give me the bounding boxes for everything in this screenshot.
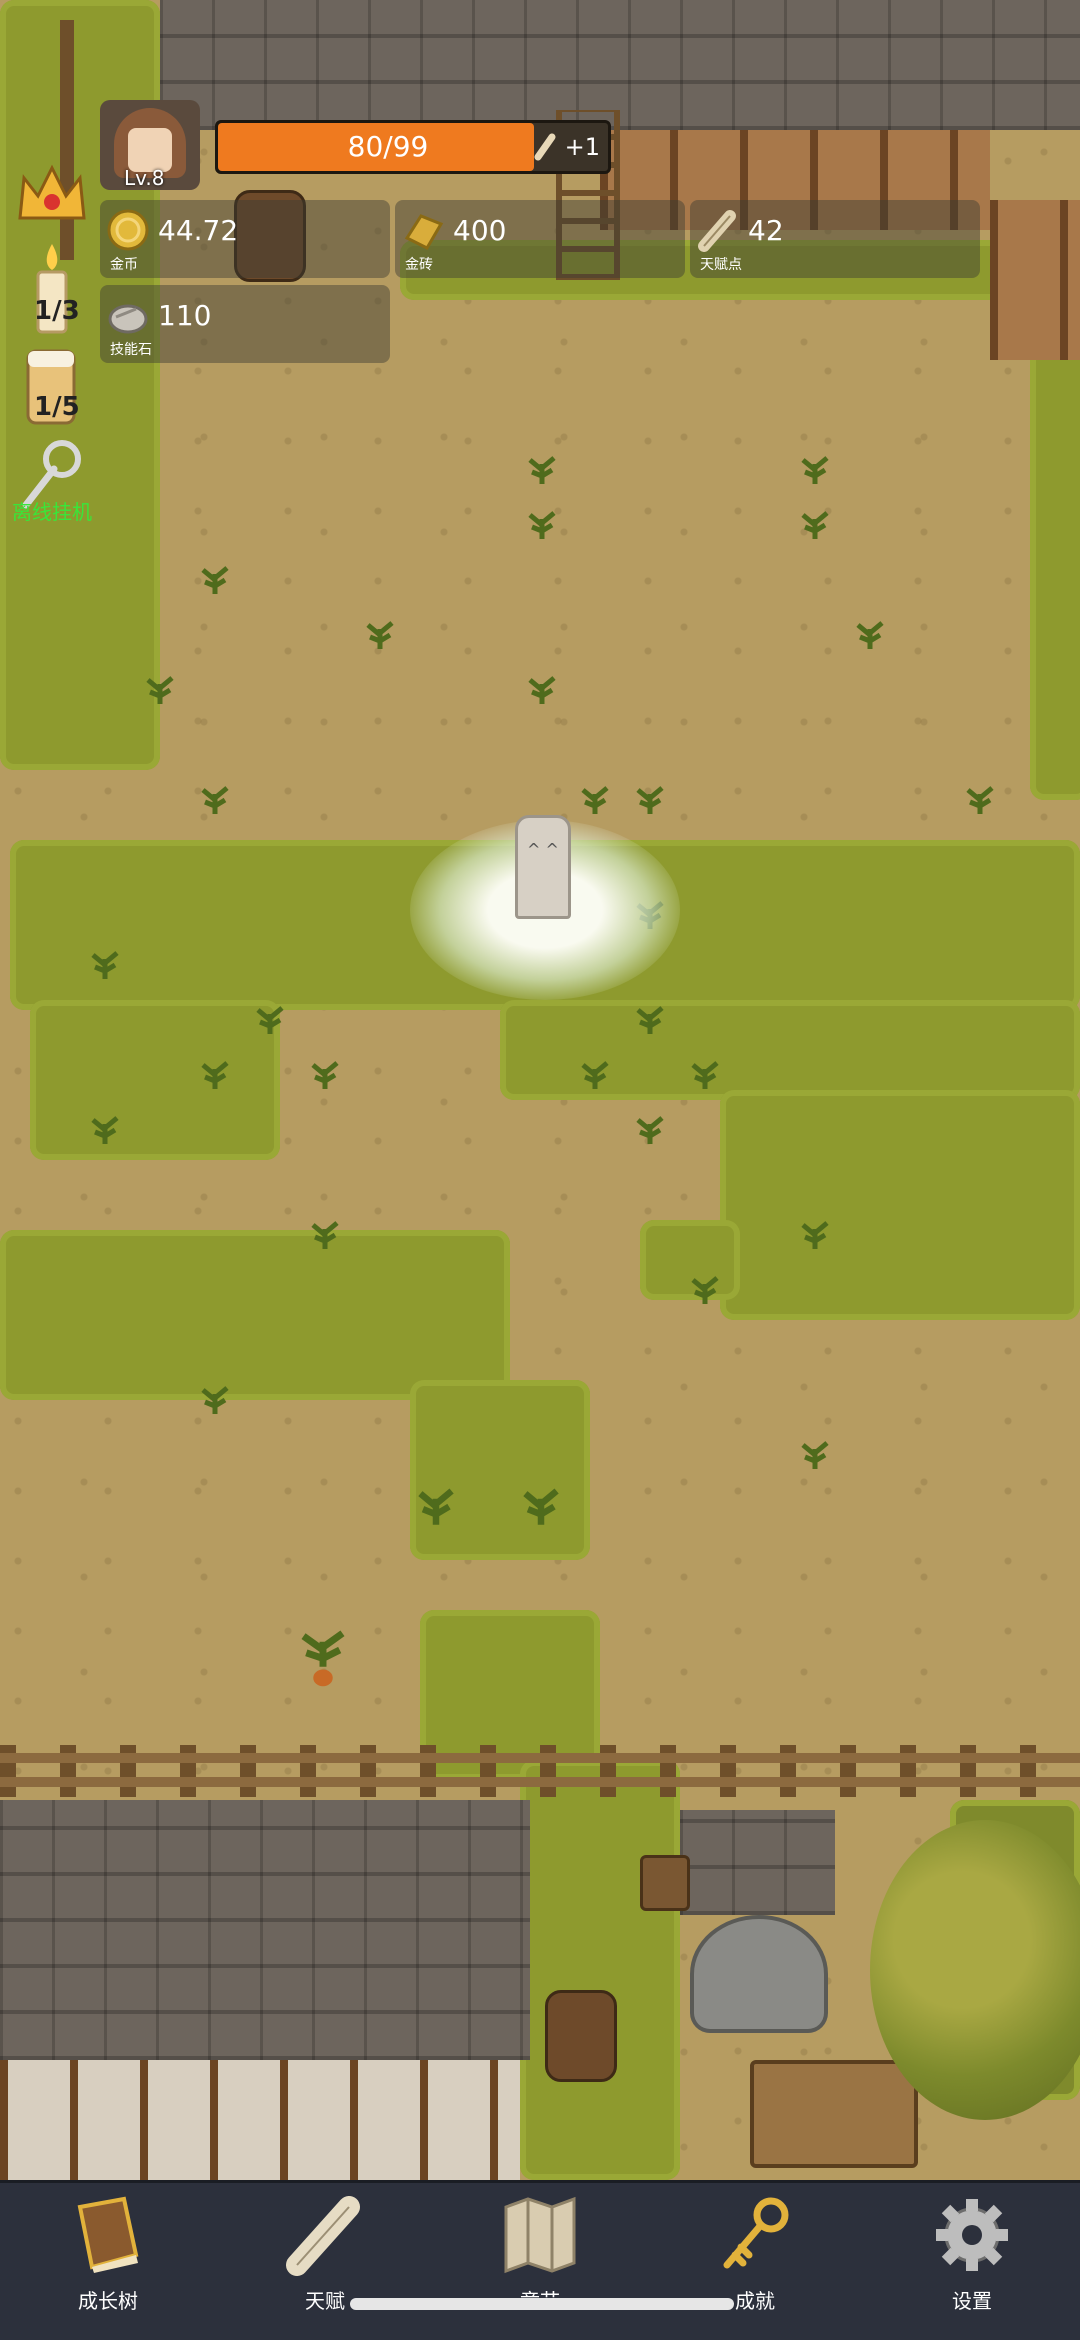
resource-gold-brick[interactable]: 400 金砖: [395, 200, 685, 278]
hp-bar: 80/99 +1: [215, 120, 611, 174]
sprout: [91, 951, 119, 979]
sprout: [636, 1006, 664, 1034]
skill-stone-icon: [108, 304, 148, 334]
sprout: [691, 1061, 719, 1089]
sprout: [146, 676, 174, 704]
house-roof: [160, 0, 1080, 130]
barrel: [545, 1990, 617, 2082]
sprout: [581, 1061, 609, 1089]
gold-brick-label: 金砖: [405, 257, 433, 273]
well-roof: [680, 1810, 835, 1915]
nav-growth-tree[interactable]: 成长树: [38, 2193, 178, 2323]
sprout: [201, 566, 229, 594]
nav-settings[interactable]: 设置: [902, 2193, 1042, 2323]
gear-icon: [936, 2199, 1008, 2271]
idle-label[interactable]: 离线挂机: [12, 496, 92, 525]
scroll-icon: [286, 2196, 360, 2276]
carrot-sprout: [301, 1630, 345, 1687]
sprout: [523, 1488, 559, 1525]
talent-scroll-icon: [698, 210, 736, 252]
crown-icon[interactable]: [14, 160, 90, 226]
sprout: [581, 786, 609, 814]
gold-brick-icon: [404, 214, 444, 250]
bucket: [640, 1855, 690, 1911]
gravestone[interactable]: ^ ^: [515, 815, 571, 919]
well: [690, 1915, 828, 2033]
nav-label: 成长树: [78, 2289, 138, 2313]
sprout: [528, 511, 556, 539]
house-wall: [0, 2060, 520, 2180]
map-icon: [504, 2196, 576, 2274]
sprout: [801, 1441, 829, 1469]
home-indicator[interactable]: [350, 2298, 734, 2310]
grass-patch: [520, 1760, 680, 2180]
hp-text: 80/99: [347, 130, 429, 163]
sprout: [201, 1061, 229, 1089]
resource-gold[interactable]: 44.72 金币: [100, 200, 390, 278]
resource-skill-stone[interactable]: 110 技能石: [100, 285, 390, 363]
sprout: [201, 786, 229, 814]
gold-value: 44.72: [158, 214, 239, 247]
sprout: [966, 786, 994, 814]
sprout: [528, 676, 556, 704]
nav-label: 设置: [952, 2289, 992, 2313]
sprout: [801, 456, 829, 484]
sprout: [636, 786, 664, 814]
gold-label: 金币: [110, 257, 138, 273]
grass-patch: [410, 1380, 590, 1560]
grass-patch: [30, 1000, 280, 1160]
player-level: Lv.8: [124, 166, 165, 190]
sprout: [256, 1006, 284, 1034]
house-wall: [990, 200, 1080, 360]
resource-talent-points[interactable]: 42 天赋点: [690, 200, 980, 278]
house-roof: [0, 1800, 530, 2060]
hp-bonus: +1: [564, 133, 600, 161]
sprout: [528, 456, 556, 484]
bottom-nav: 成长树 天赋 章节 成就 设置: [0, 2180, 1080, 2340]
sprout: [691, 1276, 719, 1304]
sprout: [311, 1221, 339, 1249]
sprout: [418, 1488, 454, 1525]
sprout: [311, 1061, 339, 1089]
drink-count: 1/5: [34, 392, 80, 422]
sprout: [636, 1116, 664, 1144]
grass-patch: [0, 1230, 510, 1400]
sprout: [856, 621, 884, 649]
wooden-cart: [750, 2060, 918, 2168]
sprout: [91, 1116, 119, 1144]
scroll-icon: [534, 133, 556, 161]
gold-brick-value: 400: [453, 214, 507, 247]
wooden-fence: [0, 1745, 1080, 1797]
gold-coin-icon: [107, 209, 149, 251]
sprout: [801, 511, 829, 539]
grass-patch: [1030, 300, 1080, 800]
sprout: [366, 621, 394, 649]
talent-points-label: 天赋点: [700, 257, 742, 273]
gravestone-face: ^ ^: [527, 840, 559, 859]
skill-stone-value: 110: [158, 299, 212, 332]
sprout: [801, 1221, 829, 1249]
grass-patch: [720, 1090, 1080, 1320]
talent-points-value: 42: [748, 214, 784, 247]
skill-stone-label: 技能石: [110, 342, 152, 358]
candle-count: 1/3: [34, 296, 80, 326]
book-icon: [77, 2196, 139, 2273]
key-icon: [723, 2197, 789, 2269]
sprout: [201, 1386, 229, 1414]
